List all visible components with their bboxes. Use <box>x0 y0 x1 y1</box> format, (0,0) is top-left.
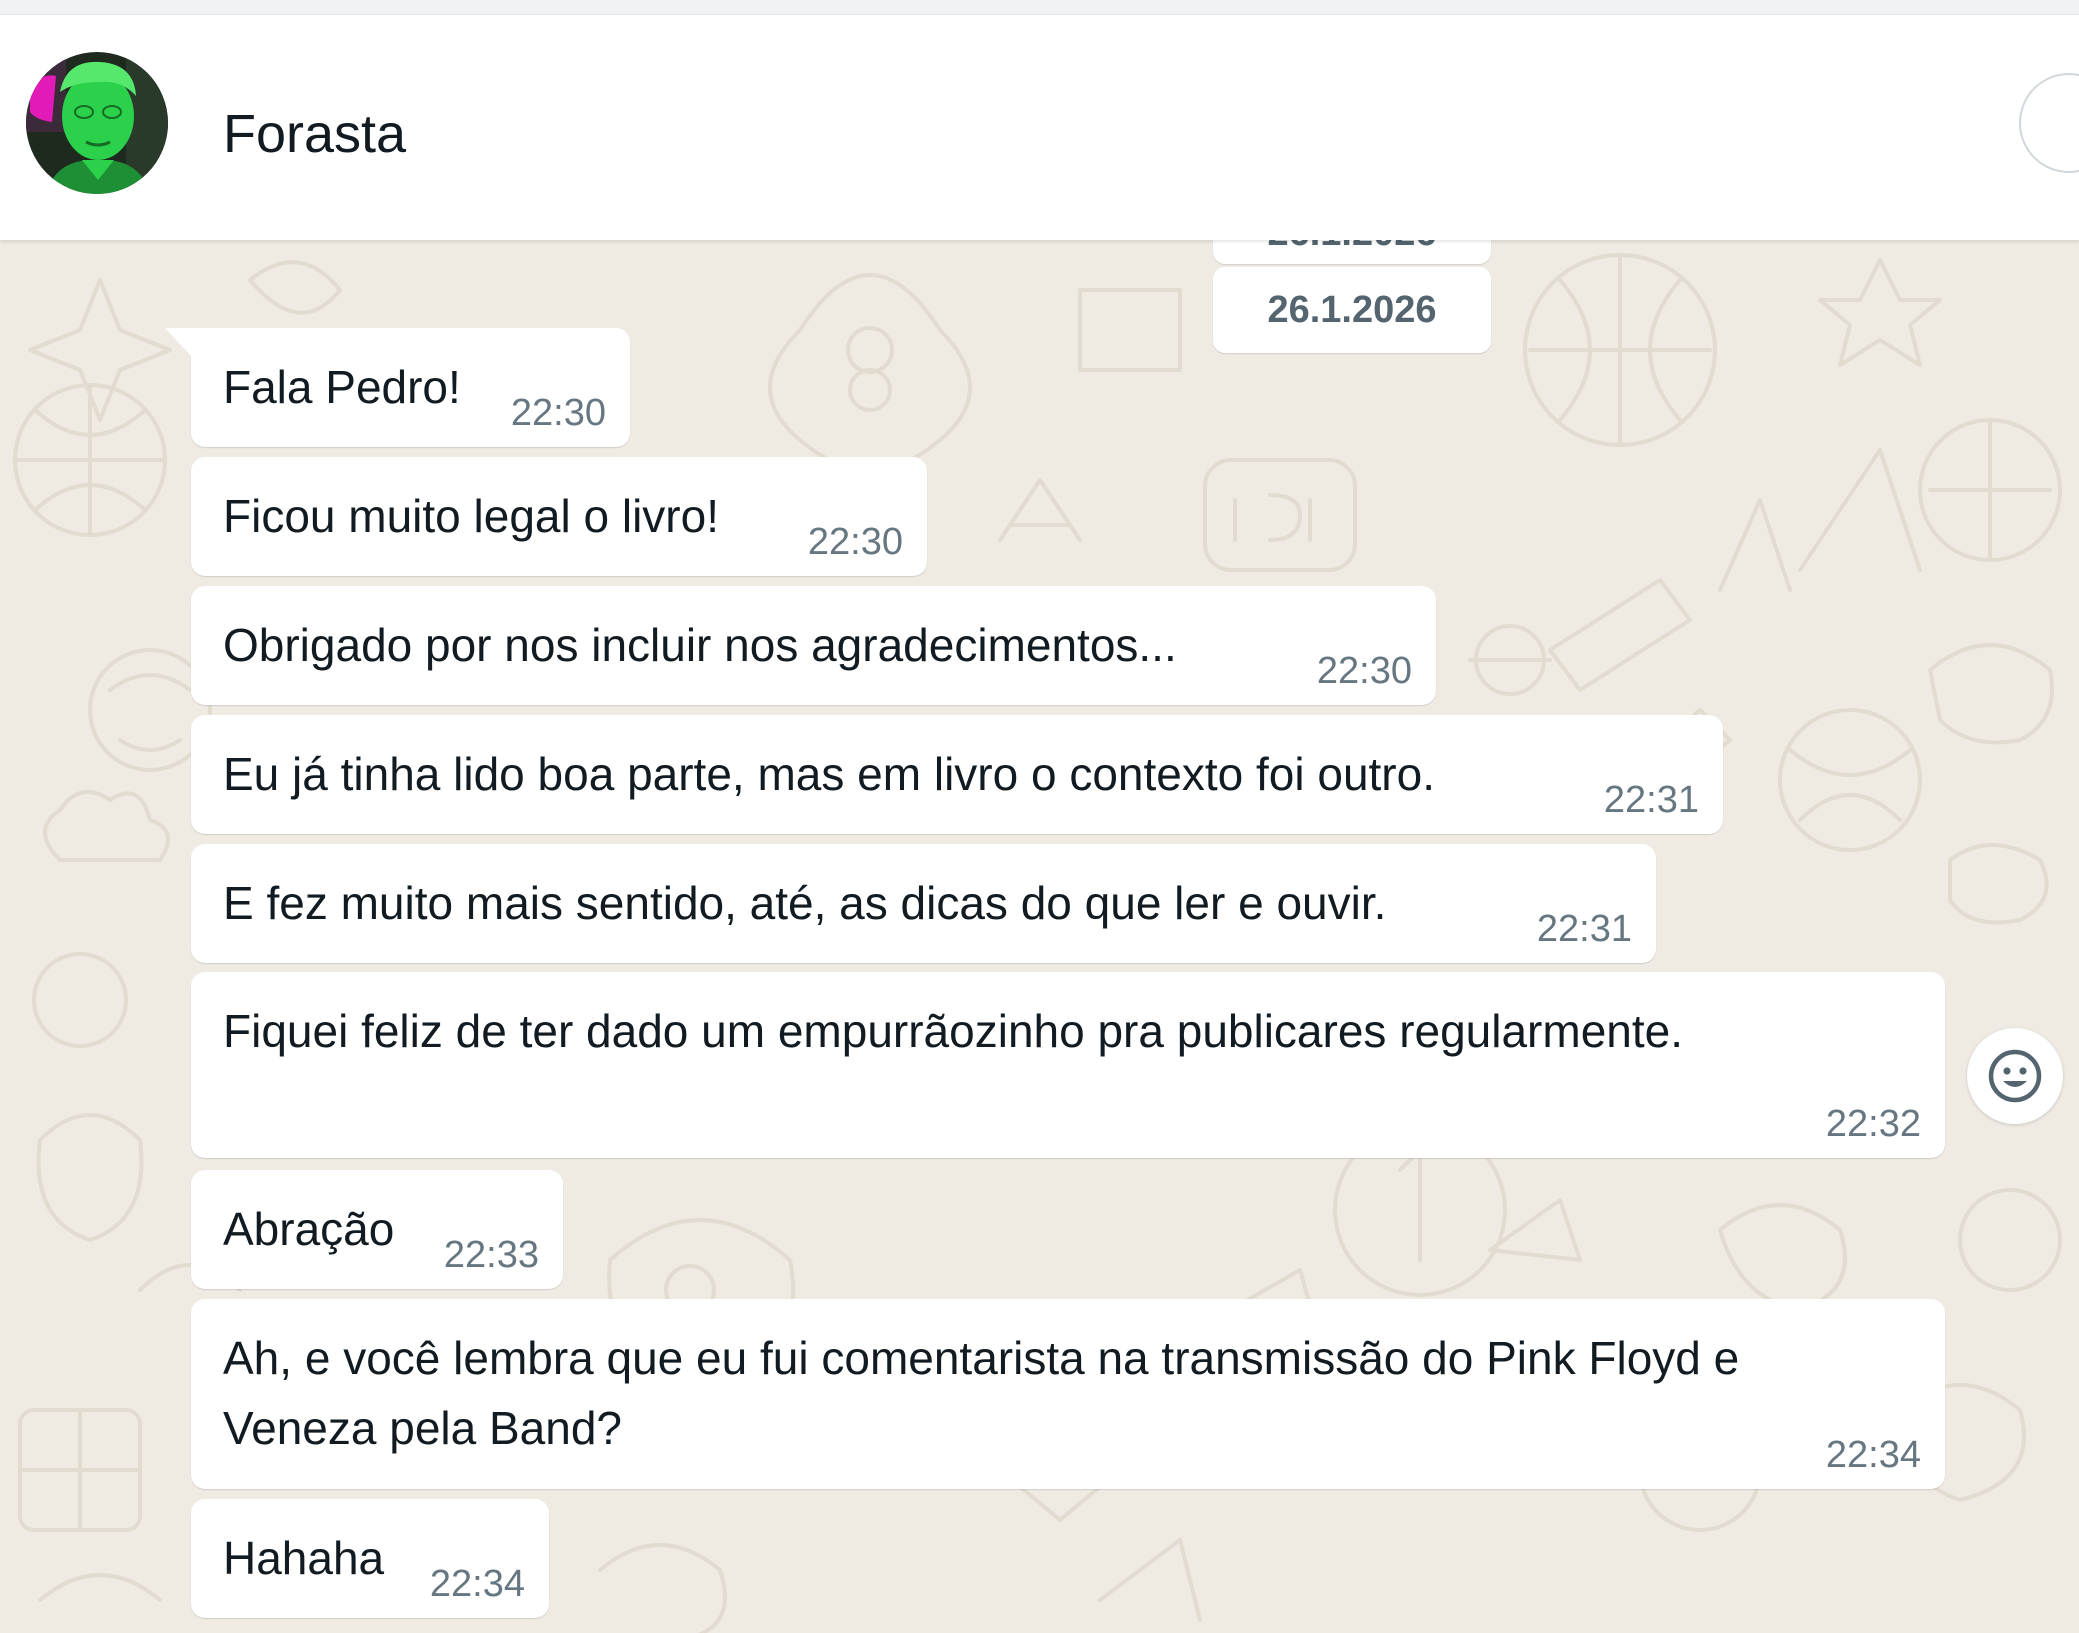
chat-header[interactable]: Forasta <box>0 15 2079 240</box>
message-bubble[interactable]: Abração 22:33 <box>191 1170 563 1289</box>
message-time: 22:32 <box>1825 1103 1921 1145</box>
message-text: Eu já tinha lido boa parte, mas em livro… <box>223 748 1435 800</box>
header-action-button[interactable] <box>2019 73 2079 173</box>
message-bubble[interactable]: Hahaha 22:34 <box>191 1499 549 1618</box>
message-text-line2: Veneza pela Band? <box>223 1402 623 1454</box>
message-bubble[interactable]: Ficou muito legal o livro! 22:30 <box>191 457 927 576</box>
message-bubble[interactable]: Eu já tinha lido boa parte, mas em livro… <box>191 715 1723 834</box>
contact-avatar[interactable] <box>26 52 168 194</box>
message-text: Fala Pedro! <box>223 361 461 413</box>
message-text: Ficou muito legal o livro! <box>223 490 719 542</box>
date-separator: 26.1.2026 <box>1213 267 1491 353</box>
date-separator-sticky: 26.1.2026 <box>1213 240 1491 264</box>
message-text: Hahaha <box>223 1532 385 1584</box>
message-text: E fez muito mais sentido, até, as dicas … <box>223 877 1387 929</box>
message-time: 22:30 <box>510 392 606 434</box>
message-text: Obrigado por nos incluir nos agradecimen… <box>223 619 1177 671</box>
message-list[interactable]: 26.1.2026 26.1.2026 Fala Pedro! 22:30 Fi… <box>0 240 2079 1633</box>
message-text: Fiquei feliz de ter dado um empurrãozinh… <box>223 1005 1684 1057</box>
message-time: 22:30 <box>807 521 903 563</box>
message-bubble[interactable]: Fala Pedro! 22:30 <box>165 328 630 447</box>
message-time: 22:34 <box>1825 1434 1921 1476</box>
message-bubble[interactable]: E fez muito mais sentido, até, as dicas … <box>191 844 1656 963</box>
message-text: Ah, e você lembra que eu fui comentarist… <box>223 1332 1740 1384</box>
message-bubble[interactable]: Ah, e você lembra que eu fui comentarist… <box>191 1299 1945 1489</box>
message-time: 22:34 <box>429 1563 525 1605</box>
message-time: 22:30 <box>1316 650 1412 692</box>
window-top-strip <box>0 0 2079 15</box>
message-time: 22:31 <box>1536 908 1632 950</box>
smiley-face-icon <box>1988 1049 2042 1103</box>
message-text: Abração <box>223 1203 395 1255</box>
message-bubble[interactable]: Fiquei feliz de ter dado um empurrãozinh… <box>191 972 1945 1158</box>
message-bubble[interactable]: Obrigado por nos incluir nos agradecimen… <box>191 586 1436 705</box>
message-time: 22:31 <box>1603 779 1699 821</box>
contact-name[interactable]: Forasta <box>223 103 406 165</box>
message-time: 22:33 <box>443 1234 539 1276</box>
bubble-tail <box>165 328 193 358</box>
react-emoji-button[interactable] <box>1967 1028 2063 1124</box>
